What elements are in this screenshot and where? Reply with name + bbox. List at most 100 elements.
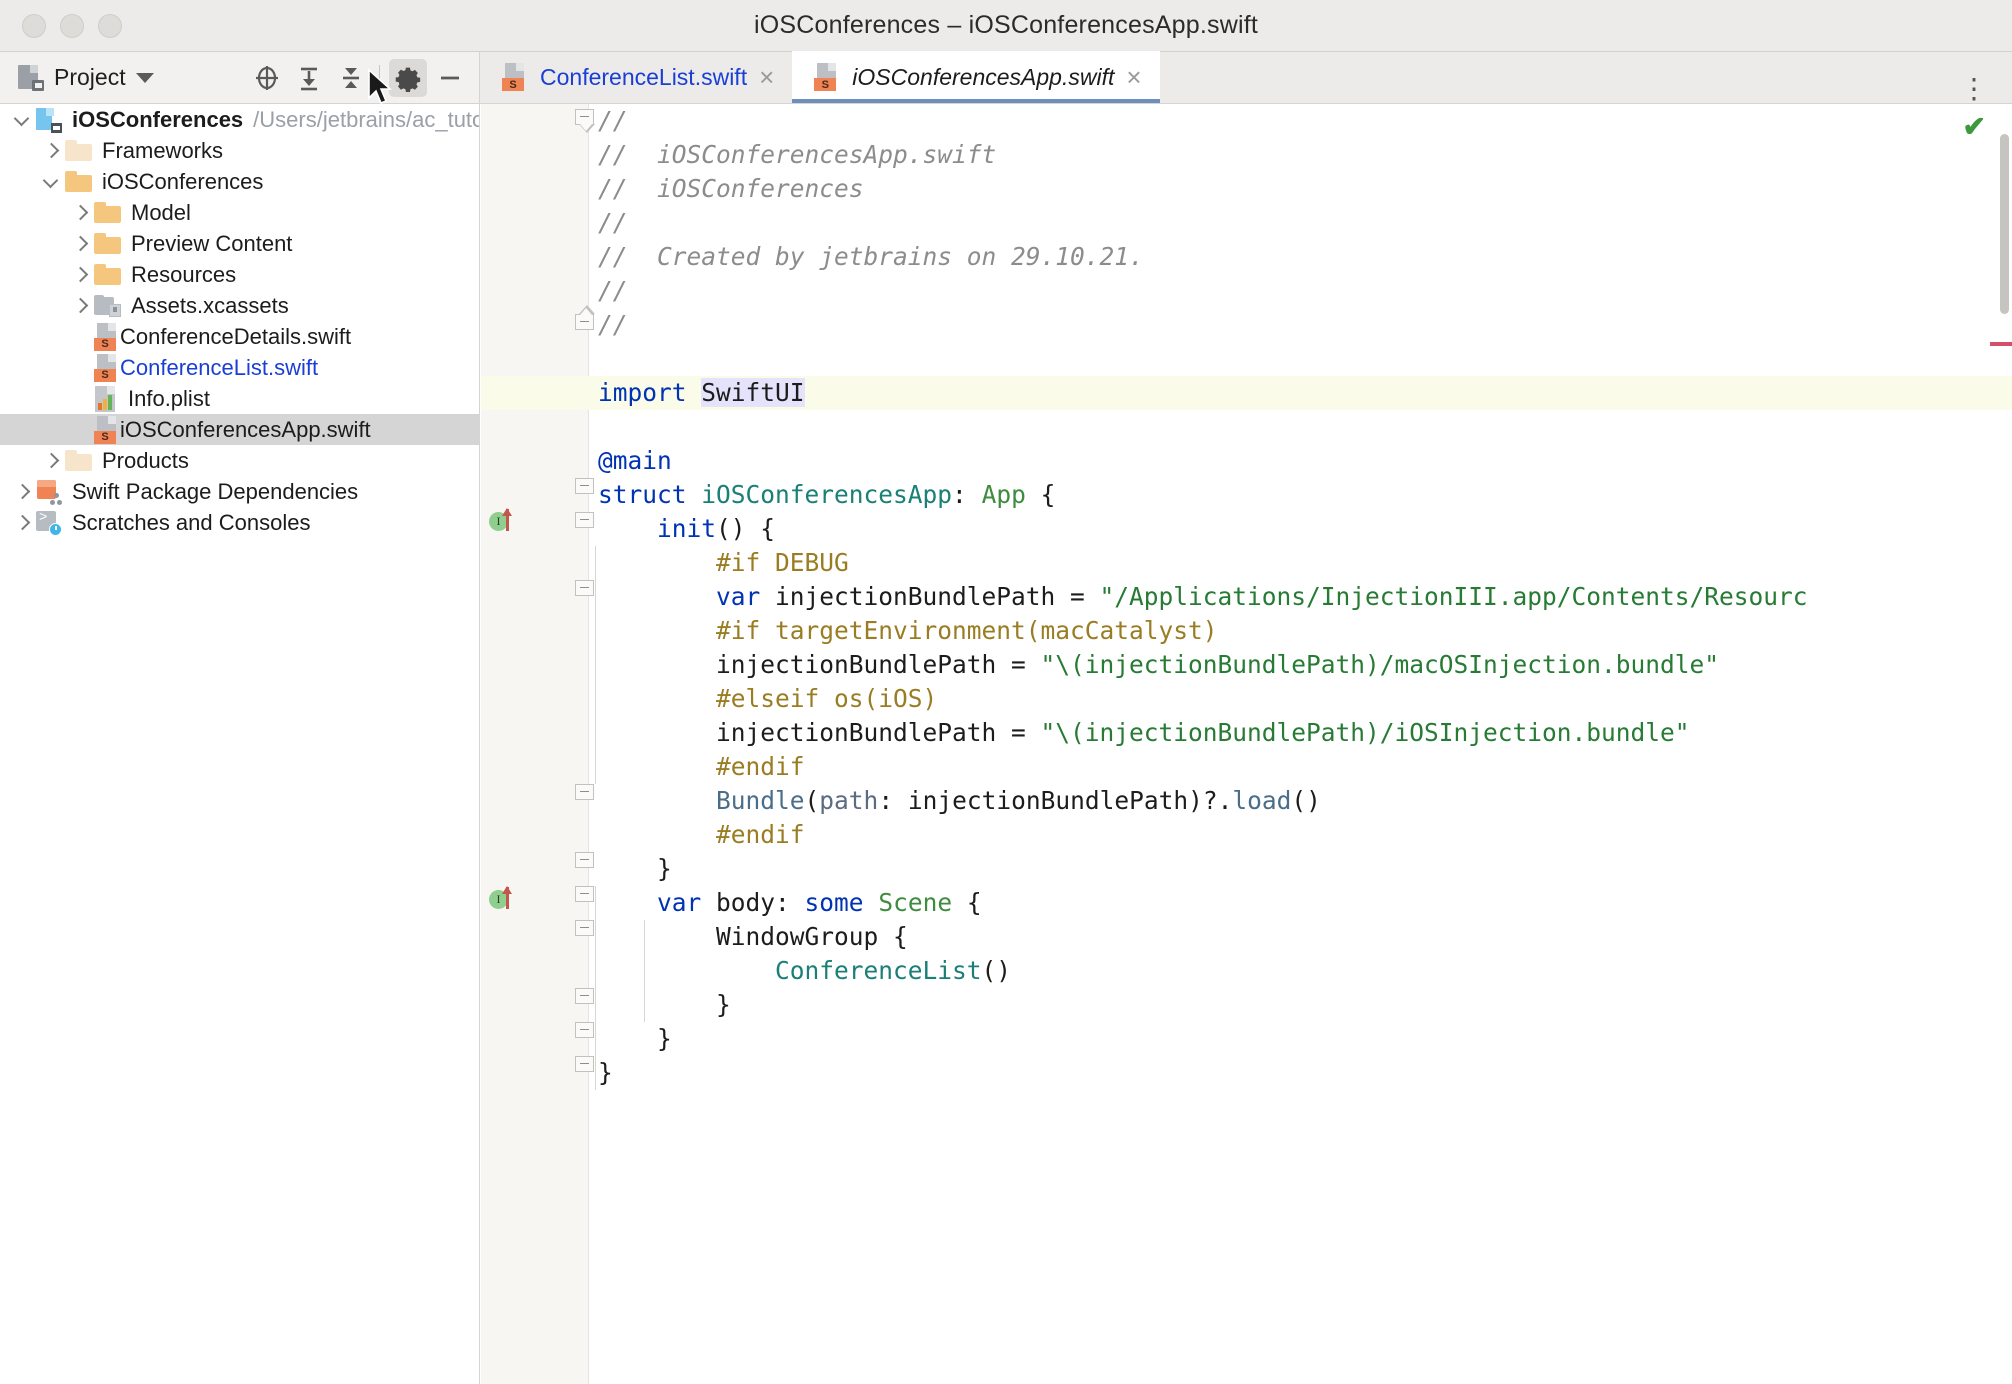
- code-line[interactable]: import SwiftUI: [598, 376, 805, 410]
- chevron-right-icon[interactable]: [14, 484, 30, 500]
- tree-item-preview-content[interactable]: Preview Content: [0, 228, 479, 259]
- tree-item-resources[interactable]: Resources: [0, 259, 479, 290]
- tree-item-info-plist[interactable]: Info.plist: [0, 383, 479, 414]
- folder-icon: [94, 233, 121, 254]
- code-line[interactable]: // Created by jetbrains on 29.10.21.: [598, 240, 1144, 274]
- editor-tab-bar[interactable]: S ConferenceList.swift × S iOSConference…: [480, 51, 2012, 104]
- assets-catalog-icon: [94, 294, 121, 317]
- gutter-markers[interactable]: I I: [481, 104, 595, 1384]
- code-line[interactable]: }: [598, 1022, 672, 1056]
- select-opened-file-icon[interactable]: [248, 59, 286, 97]
- code-line[interactable]: #endif: [598, 750, 805, 784]
- swift-package-icon: [36, 479, 62, 505]
- code-line[interactable]: #if targetEnvironment(macCatalyst): [598, 614, 1218, 648]
- tree-item-model[interactable]: Model: [0, 197, 479, 228]
- code-line[interactable]: var body: some Scene {: [598, 886, 982, 920]
- code-line[interactable]: // iOSConferences: [598, 172, 864, 206]
- code-line[interactable]: WindowGroup {: [598, 920, 908, 954]
- code-line[interactable]: //: [598, 308, 628, 342]
- tree-item-path: /Users/jetbrains/ac_tutoria: [253, 106, 479, 132]
- implementing-member-icon[interactable]: I: [489, 508, 523, 534]
- code-line[interactable]: ConferenceList(): [598, 954, 1011, 988]
- chevron-right-icon[interactable]: [72, 267, 88, 283]
- fold-region-icon[interactable]: [575, 1056, 597, 1080]
- chevron-down-icon[interactable]: [43, 174, 59, 190]
- close-tab-icon[interactable]: ×: [1126, 64, 1141, 90]
- editor-tab-label: ConferenceList.swift: [540, 63, 748, 90]
- tree-item-label: Assets.xcassets: [131, 292, 289, 318]
- tree-item-label: Swift Package Dependencies: [72, 478, 359, 504]
- code-line[interactable]: @main: [598, 444, 672, 478]
- code-line[interactable]: struct iOSConferencesApp: App {: [598, 478, 1055, 512]
- project-icon: [36, 107, 62, 133]
- editor-scrollbar-thumb[interactable]: [2000, 134, 2009, 314]
- close-tab-icon[interactable]: ×: [759, 64, 774, 90]
- chevron-down-icon[interactable]: [14, 112, 30, 128]
- code-line[interactable]: init() {: [598, 512, 775, 546]
- chevron-right-icon[interactable]: [14, 515, 30, 531]
- plist-file-icon: [94, 385, 118, 412]
- editor-tab-iosconferencesapp[interactable]: S iOSConferencesApp.swift ×: [792, 51, 1160, 103]
- code-line[interactable]: injectionBundlePath = "\(injectionBundle…: [598, 716, 1690, 750]
- chevron-right-icon[interactable]: [72, 298, 88, 314]
- code-line[interactable]: #if DEBUG: [598, 546, 849, 580]
- tree-item-scratches-and-consoles[interactable]: Scratches and Consoles: [0, 507, 479, 538]
- implementing-member-icon[interactable]: I: [489, 886, 523, 912]
- fold-region-icon[interactable]: [575, 1022, 597, 1046]
- fold-region-icon[interactable]: [575, 886, 597, 910]
- code-line[interactable]: // iOSConferencesApp.swift: [598, 138, 996, 172]
- chevron-right-icon[interactable]: [43, 143, 59, 159]
- project-toolwindow-actions[interactable]: [248, 58, 479, 105]
- hide-tool-window-icon[interactable]: [431, 59, 469, 97]
- code-line[interactable]: injectionBundlePath = "\(injectionBundle…: [598, 648, 1719, 682]
- fold-region-icon[interactable]: [575, 920, 597, 944]
- fold-region-icon[interactable]: [575, 512, 597, 536]
- project-toolwindow-title-group[interactable]: Project: [18, 64, 154, 91]
- folder-icon: [94, 202, 121, 223]
- fold-region-icon[interactable]: [575, 478, 597, 502]
- editor-tab-conferencelist[interactable]: S ConferenceList.swift ×: [480, 51, 792, 103]
- error-stripe-mark[interactable]: [1990, 342, 2012, 346]
- collapse-all-icon[interactable]: [332, 59, 370, 97]
- window-title: iOSConferences – iOSConferencesApp.swift: [753, 11, 1259, 39]
- tree-item-frameworks[interactable]: Frameworks: [0, 135, 479, 166]
- expand-all-icon[interactable]: [290, 59, 328, 97]
- code-line[interactable]: #endif: [598, 818, 805, 852]
- fold-region-icon[interactable]: [575, 852, 597, 876]
- tree-item-conferencedetails-swift[interactable]: S ConferenceDetails.swift: [0, 321, 479, 352]
- tree-item-swift-package-dependencies[interactable]: Swift Package Dependencies: [0, 476, 479, 507]
- code-line[interactable]: //: [598, 104, 628, 138]
- code-editor[interactable]: I I //// iOSConferencesApp.swift// iOSCo…: [481, 104, 2012, 1384]
- tree-item-products[interactable]: Products: [0, 445, 479, 476]
- swift-file-icon: S: [94, 322, 120, 351]
- fold-region-icon[interactable]: [575, 988, 597, 1012]
- tree-item-assets-xcassets[interactable]: Assets.xcassets: [0, 290, 479, 321]
- checkmark-ok-icon[interactable]: ✔: [1963, 110, 1986, 143]
- code-line[interactable]: #elseif os(iOS): [598, 682, 937, 716]
- chevron-right-icon[interactable]: [72, 236, 88, 252]
- fold-region-icon[interactable]: [575, 580, 597, 604]
- chevron-right-icon[interactable]: [72, 205, 88, 221]
- code-line[interactable]: }: [598, 1056, 613, 1090]
- editor-tab-label: iOSConferencesApp.swift: [852, 63, 1115, 90]
- fold-region-icon[interactable]: [575, 305, 597, 338]
- tree-item-conferencelist-swift[interactable]: S ConferenceList.swift: [0, 352, 479, 383]
- code-line[interactable]: Bundle(path: injectionBundlePath)?.load(…: [598, 784, 1321, 818]
- tree-item-iosconferencesapp-swift[interactable]: SiOSConferencesApp.swift: [0, 414, 479, 445]
- folder-icon: [65, 140, 92, 161]
- tree-item-iosconferences[interactable]: iOSConferences: [0, 166, 479, 197]
- code-content[interactable]: //// iOSConferencesApp.swift// iOSConfer…: [598, 104, 2012, 1384]
- code-line[interactable]: }: [598, 852, 672, 886]
- code-line[interactable]: //: [598, 206, 628, 240]
- chevron-down-icon[interactable]: [135, 72, 154, 83]
- more-options-icon[interactable]: ⋮: [1938, 75, 2012, 103]
- project-tree[interactable]: iOSConferences/Users/jetbrains/ac_tutori…: [0, 104, 480, 1384]
- fold-region-icon[interactable]: [575, 784, 597, 808]
- code-line[interactable]: }: [598, 988, 731, 1022]
- chevron-right-icon[interactable]: [43, 453, 59, 469]
- code-line[interactable]: //: [598, 274, 628, 308]
- code-line[interactable]: var injectionBundlePath = "/Applications…: [598, 580, 1808, 614]
- tree-item-iosconferences[interactable]: iOSConferences/Users/jetbrains/ac_tutori…: [0, 104, 479, 135]
- fold-region-icon[interactable]: [575, 109, 597, 133]
